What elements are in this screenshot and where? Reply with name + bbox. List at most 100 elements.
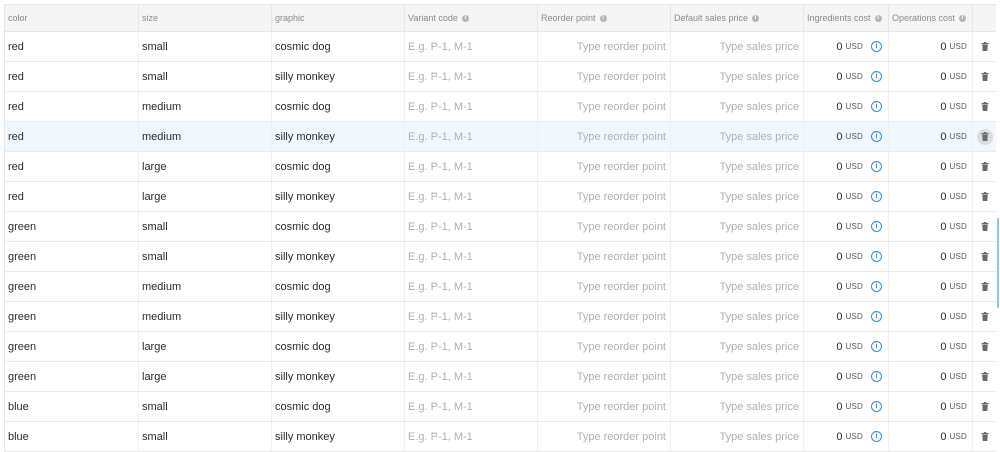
- delete-row-button[interactable]: [973, 182, 996, 211]
- reorder-point-input[interactable]: Type reorder point: [538, 422, 671, 451]
- delete-row-button[interactable]: [973, 62, 996, 91]
- reorder-point-input[interactable]: Type reorder point: [538, 32, 671, 61]
- trash-icon[interactable]: [977, 219, 993, 235]
- reorder-point-input[interactable]: Type reorder point: [538, 62, 671, 91]
- sales-price-input[interactable]: Type sales price: [671, 92, 804, 121]
- trash-icon[interactable]: [977, 309, 993, 325]
- sales-price-input[interactable]: Type sales price: [671, 302, 804, 331]
- header-graphic[interactable]: graphic: [272, 5, 405, 31]
- sales-price-input[interactable]: Type sales price: [671, 362, 804, 391]
- sales-price-input[interactable]: Type sales price: [671, 272, 804, 301]
- info-circle-icon[interactable]: i: [871, 191, 882, 202]
- scrollbar-thumb[interactable]: [997, 218, 999, 308]
- info-circle-icon[interactable]: i: [461, 14, 469, 22]
- trash-icon[interactable]: [977, 189, 993, 205]
- trash-icon[interactable]: [977, 339, 993, 355]
- header-size[interactable]: size: [139, 5, 272, 31]
- sales-price-input[interactable]: Type sales price: [671, 122, 804, 151]
- header-variant-code[interactable]: Variant code i: [405, 5, 538, 31]
- delete-row-button[interactable]: [973, 32, 996, 61]
- variant-code-input[interactable]: E.g. P-1, M-1: [405, 32, 538, 61]
- delete-row-button[interactable]: [973, 212, 996, 241]
- sales-price-input[interactable]: Type sales price: [671, 32, 804, 61]
- info-circle-icon[interactable]: i: [874, 14, 882, 22]
- info-circle-icon[interactable]: i: [871, 371, 882, 382]
- variant-code-input[interactable]: E.g. P-1, M-1: [405, 302, 538, 331]
- variant-code-input[interactable]: E.g. P-1, M-1: [405, 392, 538, 421]
- trash-icon[interactable]: [977, 279, 993, 295]
- delete-row-button[interactable]: [973, 242, 996, 271]
- reorder-point-input[interactable]: Type reorder point: [538, 122, 671, 151]
- sales-price-input[interactable]: Type sales price: [671, 332, 804, 361]
- header-label: Variant code: [408, 13, 458, 23]
- reorder-point-input[interactable]: Type reorder point: [538, 392, 671, 421]
- variant-code-input[interactable]: E.g. P-1, M-1: [405, 362, 538, 391]
- delete-row-button[interactable]: [973, 332, 996, 361]
- trash-icon[interactable]: [977, 249, 993, 265]
- info-circle-icon[interactable]: i: [871, 41, 882, 52]
- variant-code-input[interactable]: E.g. P-1, M-1: [405, 332, 538, 361]
- info-circle-icon[interactable]: i: [871, 431, 882, 442]
- reorder-point-input[interactable]: Type reorder point: [538, 182, 671, 211]
- delete-row-button[interactable]: [973, 362, 996, 391]
- delete-row-button[interactable]: [973, 392, 996, 421]
- reorder-point-input[interactable]: Type reorder point: [538, 332, 671, 361]
- variant-code-input[interactable]: E.g. P-1, M-1: [405, 422, 538, 451]
- info-circle-icon[interactable]: i: [959, 14, 967, 22]
- sales-price-input[interactable]: Type sales price: [671, 242, 804, 271]
- variant-code-input[interactable]: E.g. P-1, M-1: [405, 122, 538, 151]
- info-circle-icon[interactable]: i: [752, 14, 760, 22]
- header-reorder-point[interactable]: Reorder point i: [538, 5, 671, 31]
- header-color[interactable]: color: [5, 5, 139, 31]
- trash-icon[interactable]: [977, 159, 993, 175]
- reorder-point-input[interactable]: Type reorder point: [538, 92, 671, 121]
- variant-code-input[interactable]: E.g. P-1, M-1: [405, 272, 538, 301]
- delete-row-button[interactable]: [973, 272, 996, 301]
- info-circle-icon[interactable]: i: [871, 281, 882, 292]
- variant-code-input[interactable]: E.g. P-1, M-1: [405, 242, 538, 271]
- info-circle-icon[interactable]: i: [871, 311, 882, 322]
- variant-code-input[interactable]: E.g. P-1, M-1: [405, 212, 538, 241]
- reorder-point-input[interactable]: Type reorder point: [538, 152, 671, 181]
- info-circle-icon[interactable]: i: [871, 251, 882, 262]
- header-ingredients-cost[interactable]: Ingredients cost i: [804, 5, 889, 31]
- reorder-point-input[interactable]: Type reorder point: [538, 362, 671, 391]
- info-circle-icon[interactable]: i: [871, 221, 882, 232]
- info-circle-icon[interactable]: i: [871, 101, 882, 112]
- variant-code-input[interactable]: E.g. P-1, M-1: [405, 62, 538, 91]
- delete-row-button[interactable]: [973, 422, 996, 451]
- variant-code-input[interactable]: E.g. P-1, M-1: [405, 182, 538, 211]
- info-circle-icon[interactable]: i: [599, 14, 607, 22]
- header-default-sales-price[interactable]: Default sales price i: [671, 5, 804, 31]
- trash-icon[interactable]: [977, 369, 993, 385]
- trash-icon[interactable]: [977, 99, 993, 115]
- info-circle-icon[interactable]: i: [871, 71, 882, 82]
- trash-icon[interactable]: [977, 69, 993, 85]
- sales-price-input[interactable]: Type sales price: [671, 152, 804, 181]
- info-circle-icon[interactable]: i: [871, 131, 882, 142]
- delete-row-button[interactable]: [973, 122, 996, 151]
- trash-icon[interactable]: [977, 429, 993, 445]
- reorder-point-input[interactable]: Type reorder point: [538, 302, 671, 331]
- sales-price-input[interactable]: Type sales price: [671, 422, 804, 451]
- sales-price-input[interactable]: Type sales price: [671, 182, 804, 211]
- delete-row-button[interactable]: [973, 302, 996, 331]
- delete-row-button[interactable]: [973, 152, 996, 181]
- reorder-point-input[interactable]: Type reorder point: [538, 272, 671, 301]
- info-circle-icon[interactable]: i: [871, 401, 882, 412]
- currency-label: USD: [845, 72, 863, 81]
- trash-icon[interactable]: [977, 39, 993, 55]
- variant-code-input[interactable]: E.g. P-1, M-1: [405, 152, 538, 181]
- trash-icon[interactable]: [976, 128, 993, 145]
- sales-price-input[interactable]: Type sales price: [671, 62, 804, 91]
- info-circle-icon[interactable]: i: [871, 161, 882, 172]
- reorder-point-input[interactable]: Type reorder point: [538, 242, 671, 271]
- reorder-point-input[interactable]: Type reorder point: [538, 212, 671, 241]
- sales-price-input[interactable]: Type sales price: [671, 212, 804, 241]
- sales-price-input[interactable]: Type sales price: [671, 392, 804, 421]
- info-circle-icon[interactable]: i: [871, 341, 882, 352]
- header-operations-cost[interactable]: Operations cost i: [889, 5, 973, 31]
- trash-icon[interactable]: [977, 399, 993, 415]
- delete-row-button[interactable]: [973, 92, 996, 121]
- variant-code-input[interactable]: E.g. P-1, M-1: [405, 92, 538, 121]
